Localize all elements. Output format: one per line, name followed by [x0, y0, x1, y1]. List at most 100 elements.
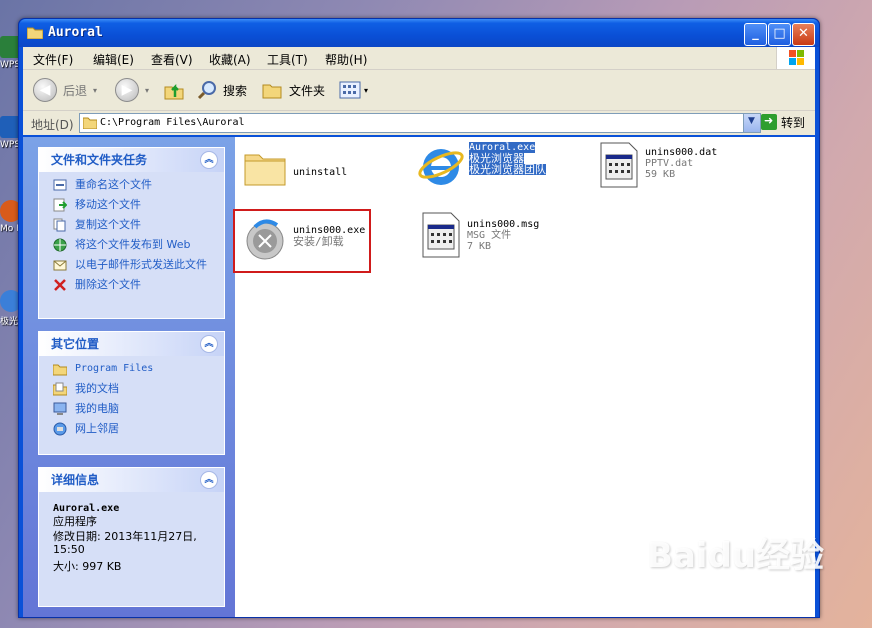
task-label: 以电子邮件形式发送此文件: [75, 258, 207, 271]
collapse-icon[interactable]: ︽: [200, 151, 218, 169]
email-icon: [53, 260, 67, 271]
highlight-box: [233, 209, 371, 273]
task-email[interactable]: 以电子邮件形式发送此文件: [39, 258, 224, 272]
task-move[interactable]: 移动这个文件: [39, 198, 224, 212]
maximize-button[interactable]: □: [768, 23, 791, 46]
menu-help[interactable]: 帮助(H): [325, 51, 367, 68]
address-input[interactable]: C:\Program Files\Auroral ▼: [79, 113, 761, 133]
file-tasks-title: 文件和文件夹任务: [51, 153, 148, 167]
menu-tools[interactable]: 工具(T): [267, 51, 308, 68]
file-tasks-header[interactable]: 文件和文件夹任务 ︽: [39, 148, 224, 172]
delete-icon: [54, 279, 66, 291]
place-my-computer[interactable]: 我的电脑: [39, 402, 224, 416]
search-button[interactable]: 搜索: [197, 78, 247, 102]
document-icon: [600, 142, 638, 188]
folder-icon: [244, 154, 286, 186]
file-size: 7 KB: [467, 241, 492, 252]
menu-view[interactable]: 查看(V): [151, 51, 193, 68]
file-size: 59 KB: [645, 169, 676, 180]
detail-modified-time: 15:50: [53, 543, 85, 556]
menu-favorites[interactable]: 收藏(A): [209, 51, 251, 68]
windows-logo-icon: [776, 47, 815, 69]
file-desc: MSG 文件: [467, 230, 512, 241]
back-arrow-icon: ◀: [33, 78, 57, 102]
document-icon: [422, 212, 460, 258]
place-label: 我的文档: [75, 382, 119, 395]
folder-icon: [83, 117, 97, 129]
detail-modified: 修改日期: 2013年11月27日,: [53, 530, 197, 543]
folders-label: 文件夹: [289, 83, 326, 98]
file-desc: PPTV.dat: [645, 158, 694, 169]
task-rename[interactable]: 重命名这个文件: [39, 178, 224, 192]
go-label: 转到: [781, 115, 806, 130]
search-icon: [197, 81, 216, 100]
baidu-watermark-url: jingyan.baidu.com: [712, 588, 814, 601]
detail-type: 应用程序: [53, 515, 97, 528]
details-panel: 详细信息 ︽ Auroral.exe 应用程序 修改日期: 2013年11月27…: [38, 467, 225, 607]
address-label: 地址(D): [31, 118, 74, 132]
views-icon: [339, 81, 361, 99]
details-title: 详细信息: [51, 473, 100, 487]
folder-icon: [53, 364, 67, 376]
collapse-icon[interactable]: ︽: [200, 471, 218, 489]
minimize-icon: _: [752, 26, 759, 41]
other-places-header[interactable]: 其它位置 ︽: [39, 332, 224, 356]
place-my-documents[interactable]: 我的文档: [39, 382, 224, 396]
chevron-down-icon: ▾: [145, 85, 150, 95]
up-folder-button[interactable]: [163, 78, 185, 102]
other-places-panel: 其它位置 ︽ Program Files 我的文档 我的电脑 网上邻居: [38, 331, 225, 455]
collapse-icon[interactable]: ︽: [200, 335, 218, 353]
task-label: 删除这个文件: [75, 278, 141, 291]
file-name: unins000.msg: [467, 219, 540, 230]
place-label: Program Files: [75, 363, 154, 374]
back-label: 后退: [63, 83, 88, 98]
task-label: 将这个文件发布到 Web: [75, 238, 191, 251]
copy-icon: [53, 218, 66, 232]
other-places-title: 其它位置: [51, 337, 100, 351]
go-arrow-icon: ➜: [761, 114, 777, 130]
address-dropdown-button[interactable]: ▼: [743, 114, 760, 132]
back-button[interactable]: ◀ 后退 ▾: [33, 78, 97, 102]
detail-filename: Auroral.exe: [53, 503, 120, 514]
computer-icon: [53, 402, 67, 415]
views-button[interactable]: ▾: [339, 78, 368, 102]
maximize-icon: □: [773, 26, 786, 41]
place-program-files[interactable]: Program Files: [39, 362, 224, 376]
folder-icon: [27, 27, 43, 39]
chevron-down-icon: ▾: [93, 85, 98, 95]
forward-button[interactable]: ▶ ▾: [115, 78, 149, 102]
details-header[interactable]: 详细信息 ︽: [39, 468, 224, 492]
menu-edit[interactable]: 编辑(E): [93, 51, 134, 68]
task-copy[interactable]: 复制这个文件: [39, 218, 224, 232]
network-icon: [53, 422, 67, 436]
title-bar[interactable]: Auroral _ □ ✕: [19, 19, 819, 47]
file-name: uninstall: [293, 167, 348, 178]
desktop-icon-label: 极光: [0, 317, 19, 327]
task-publish-web[interactable]: 将这个文件发布到 Web: [39, 238, 224, 252]
close-button[interactable]: ✕: [792, 23, 815, 46]
globe-icon: [53, 238, 67, 252]
baidu-watermark: Baidu经验: [646, 536, 824, 576]
window-title: Auroral: [48, 25, 103, 40]
close-icon: ✕: [798, 26, 809, 41]
place-network[interactable]: 网上邻居: [39, 422, 224, 436]
place-label: 我的电脑: [75, 402, 119, 415]
search-label: 搜索: [223, 83, 248, 98]
address-bar: 地址(D) C:\Program Files\Auroral ▼ ➜ 转到: [23, 111, 815, 135]
rename-icon: [53, 179, 67, 191]
go-button[interactable]: ➜ 转到: [761, 112, 805, 132]
chevron-down-icon: ▼: [748, 116, 755, 126]
move-icon: [53, 198, 67, 212]
address-value: C:\Program Files\Auroral: [100, 117, 245, 128]
task-label: 重命名这个文件: [75, 178, 152, 191]
file-tasks-panel: 文件和文件夹任务 ︽ 重命名这个文件 移动这个文件 复制这个文件 将这个文件发布…: [38, 147, 225, 319]
up-folder-icon: [164, 83, 184, 100]
place-label: 网上邻居: [75, 422, 119, 435]
file-name: unins000.dat: [645, 147, 718, 158]
chevron-down-icon: ▾: [364, 85, 369, 95]
menu-file[interactable]: 文件(F): [33, 51, 73, 68]
task-delete[interactable]: 删除这个文件: [39, 278, 224, 292]
folders-button[interactable]: 文件夹: [261, 78, 325, 102]
minimize-button[interactable]: _: [744, 23, 767, 46]
toolbar: ◀ 后退 ▾ ▶ ▾ 搜索 文件夹 ▾: [23, 70, 815, 111]
